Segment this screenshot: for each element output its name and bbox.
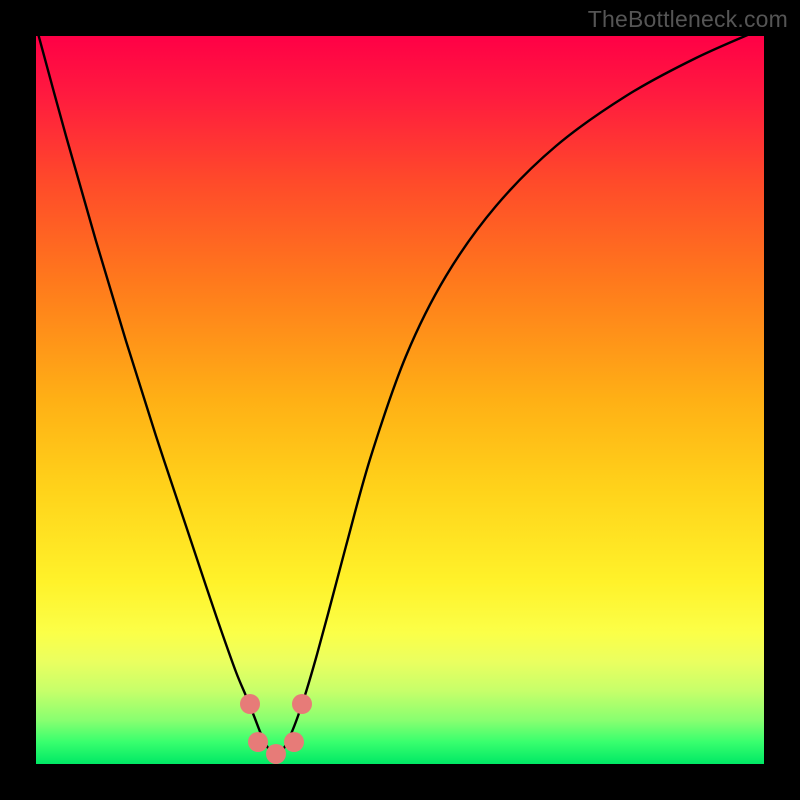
plot-area bbox=[36, 36, 764, 764]
right-dot-lower bbox=[284, 732, 304, 752]
bottleneck-curve bbox=[36, 36, 764, 756]
chart-svg bbox=[36, 36, 764, 764]
watermark-text: TheBottleneck.com bbox=[588, 6, 788, 33]
left-dot-upper bbox=[240, 694, 260, 714]
mid-dot bbox=[266, 744, 286, 764]
left-dot-lower bbox=[248, 732, 268, 752]
curve-markers bbox=[240, 694, 312, 764]
right-dot-upper bbox=[292, 694, 312, 714]
